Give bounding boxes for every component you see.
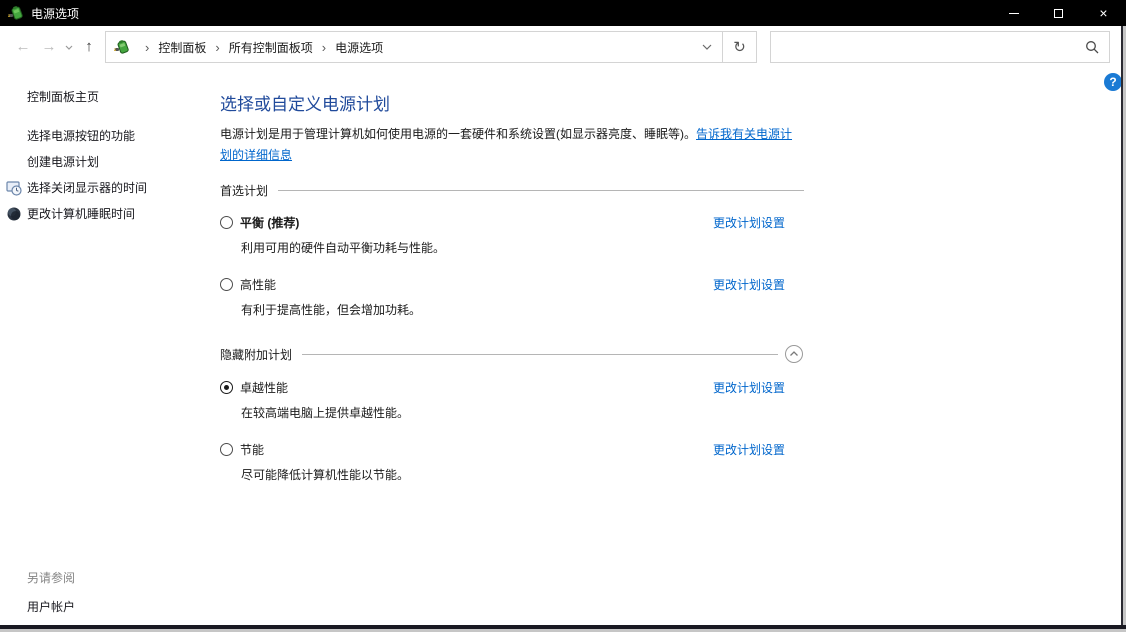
collapse-section-button[interactable]: [784, 344, 804, 364]
back-button[interactable]: ←: [10, 31, 36, 63]
plan-description: 有利于提高性能，但会增加功耗。: [241, 301, 785, 318]
sidebar-item-label: 更改计算机睡眠时间: [27, 207, 135, 221]
breadcrumb-power-options[interactable]: 电源选项: [335, 39, 383, 56]
recent-pages-chevron[interactable]: [62, 45, 76, 50]
section-rule: [302, 354, 778, 355]
plan-description: 尽可能降低计算机性能以节能。: [241, 466, 785, 483]
change-plan-settings-link-power-saver[interactable]: 更改计划设置: [713, 441, 785, 458]
breadcrumb: › 控制面板 › 所有控制面板项 › 电源选项: [105, 31, 723, 63]
radio-power-saver[interactable]: [220, 443, 233, 456]
breadcrumb-control-panel[interactable]: 控制面板: [158, 39, 206, 56]
power-options-app-icon: [8, 5, 24, 21]
maximize-icon: [1054, 9, 1063, 18]
section-header-label: 隐藏附加计划: [220, 346, 292, 363]
intro-text: 电源计划是用于管理计算机如何使用电源的一套硬件和系统设置(如显示器亮度、睡眠等)…: [220, 124, 798, 166]
display-clock-icon: [6, 180, 22, 196]
sidebar: 控制面板主页 选择电源按钮的功能 创建电源计划 选择关闭显示器的时间 更改计: [0, 68, 220, 503]
sidebar-item-user-accounts[interactable]: 用户帐户: [27, 598, 75, 615]
plan-name-power-saver[interactable]: 节能: [240, 441, 264, 458]
crumb-separator-icon: ›: [145, 40, 149, 55]
section-rule: [278, 190, 804, 191]
help-icon: ?: [1109, 75, 1116, 89]
window-right-edge: [1121, 26, 1126, 625]
title-bar: 电源选项 ×: [0, 0, 1126, 26]
window-body: 控制面板主页 选择电源按钮的功能 创建电源计划 选择关闭显示器的时间 更改计: [0, 68, 1126, 503]
plan-name-high-performance[interactable]: 高性能: [240, 276, 276, 293]
minimize-icon: [1009, 13, 1019, 14]
up-button[interactable]: ↑: [76, 31, 102, 63]
plan-ultimate-performance: 卓越性能 更改计划设置 在较高端电脑上提供卓越性能。: [220, 379, 785, 421]
power-options-crumb-icon: [114, 39, 130, 55]
chevron-down-icon: [702, 44, 712, 50]
section-header-label: 首选计划: [220, 182, 268, 199]
section-header-preferred-plans: 首选计划: [220, 182, 804, 199]
change-plan-settings-link-balanced[interactable]: 更改计划设置: [713, 214, 785, 231]
sidebar-item-power-buttons[interactable]: 选择电源按钮的功能: [27, 129, 220, 143]
plan-balanced: 平衡 (推荐) 更改计划设置 利用可用的硬件自动平衡功耗与性能。: [220, 214, 785, 256]
plan-high-performance: 高性能 更改计划设置 有利于提高性能，但会增加功耗。: [220, 276, 785, 318]
close-button[interactable]: ×: [1081, 0, 1126, 26]
minimize-button[interactable]: [991, 0, 1036, 26]
section-header-hidden-plans: 隐藏附加计划: [220, 344, 804, 364]
search-box[interactable]: [770, 31, 1110, 63]
plan-name-balanced[interactable]: 平衡 (推荐): [240, 214, 299, 231]
see-also-header: 另请参阅: [27, 569, 75, 586]
power-options-window: 电源选项 × ← → ↑ › 控制面板 ›: [0, 0, 1126, 632]
navigation-bar: ← → ↑ › 控制面板 › 所有控制面板项 › 电源选项: [0, 26, 1126, 68]
sidebar-item-control-panel-home[interactable]: 控制面板主页: [27, 88, 220, 105]
window-bottom-edge: [0, 625, 1126, 632]
plan-name-ultimate-performance[interactable]: 卓越性能: [240, 379, 288, 396]
forward-button[interactable]: →: [36, 31, 62, 63]
crumb-separator-icon: ›: [322, 40, 326, 55]
plan-description: 在较高端电脑上提供卓越性能。: [241, 404, 785, 421]
refresh-button[interactable]: ↻: [723, 31, 757, 63]
sidebar-item-create-plan[interactable]: 创建电源计划: [27, 155, 220, 169]
address-dropdown-button[interactable]: [692, 32, 722, 62]
maximize-button[interactable]: [1036, 0, 1081, 26]
help-button[interactable]: ?: [1104, 73, 1122, 91]
main-content: 选择或自定义电源计划 电源计划是用于管理计算机如何使用电源的一套硬件和系统设置(…: [220, 68, 810, 503]
sidebar-item-sleep-time[interactable]: 更改计算机睡眠时间: [27, 207, 220, 221]
breadcrumb-all-items[interactable]: 所有控制面板项: [229, 39, 313, 56]
change-plan-settings-link-ultimate[interactable]: 更改计划设置: [713, 379, 785, 396]
chevron-down-icon: [65, 45, 73, 50]
search-input[interactable]: [781, 40, 1085, 54]
page-title: 选择或自定义电源计划: [220, 90, 810, 115]
refresh-icon: ↻: [733, 38, 746, 56]
plan-description: 利用可用的硬件自动平衡功耗与性能。: [241, 239, 785, 256]
radio-ultimate-performance[interactable]: [220, 381, 233, 394]
sidebar-item-display-off-time[interactable]: 选择关闭显示器的时间: [27, 181, 220, 195]
close-icon: ×: [1099, 6, 1107, 20]
see-also-section: 另请参阅 用户帐户: [27, 569, 75, 615]
radio-high-performance[interactable]: [220, 278, 233, 291]
plan-power-saver: 节能 更改计划设置 尽可能降低计算机性能以节能。: [220, 441, 785, 483]
intro-body: 电源计划是用于管理计算机如何使用电源的一套硬件和系统设置(如显示器亮度、睡眠等)…: [220, 127, 696, 141]
radio-balanced[interactable]: [220, 216, 233, 229]
search-icon: [1085, 40, 1099, 54]
window-title: 电源选项: [31, 5, 79, 22]
change-plan-settings-link-high-performance[interactable]: 更改计划设置: [713, 276, 785, 293]
crumb-separator-icon: ›: [215, 40, 219, 55]
moon-sphere-icon: [6, 206, 22, 222]
sidebar-item-label: 选择关闭显示器的时间: [27, 181, 147, 195]
